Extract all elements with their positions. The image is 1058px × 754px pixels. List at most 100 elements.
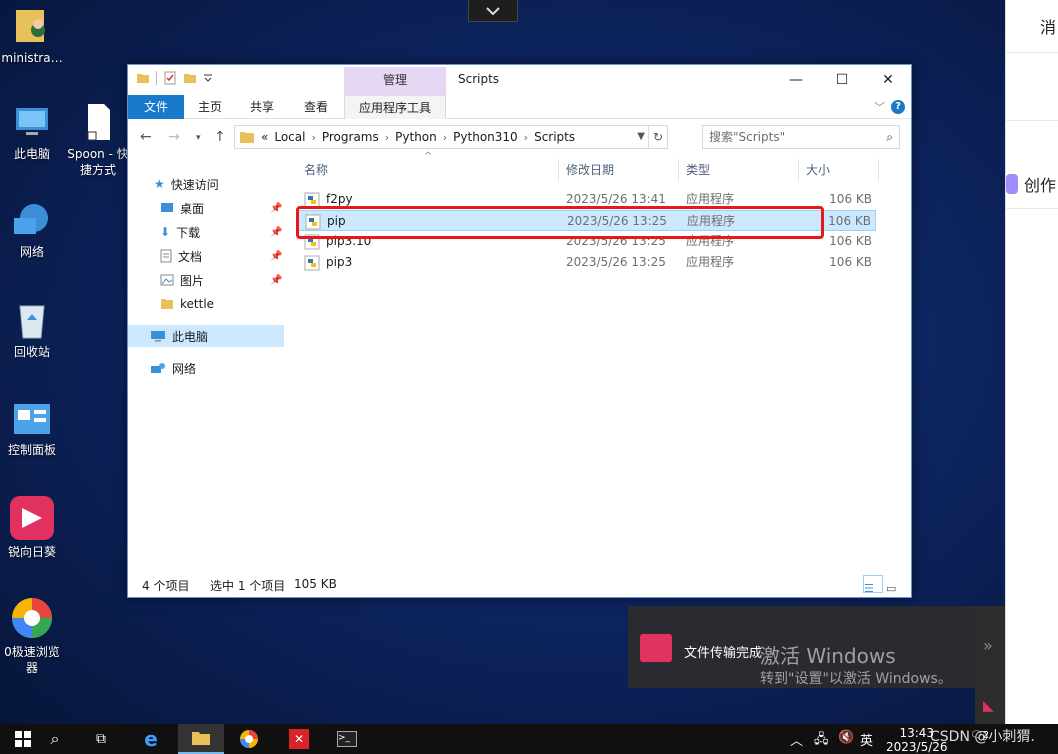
nav-network[interactable]: 网络	[150, 357, 196, 379]
tab-manage[interactable]: 管理	[344, 67, 446, 95]
column-header-date[interactable]: 修改日期	[566, 155, 614, 185]
control-panel-icon	[14, 404, 50, 434]
up-arrow-icon[interactable]: ↑	[214, 129, 226, 145]
column-header-name[interactable]: 名称	[304, 155, 328, 185]
nav-documents[interactable]: 文档	[160, 245, 202, 267]
refresh-button[interactable]: ↻	[648, 125, 668, 149]
breadcrumb-overflow[interactable]: «	[261, 130, 268, 144]
address-dropdown-icon[interactable]: ▼	[637, 131, 645, 142]
pin-icon[interactable]: 📌	[270, 251, 282, 262]
desktop-icon-label-line2: 器	[25, 661, 38, 675]
activate-windows-title: 激活 Windows	[760, 644, 896, 668]
column-divider[interactable]	[558, 159, 559, 181]
taskbar-browser[interactable]	[226, 724, 272, 754]
remote-toolbar-toggle[interactable]	[468, 0, 518, 22]
tab-application-tools[interactable]: 应用程序工具	[344, 95, 446, 119]
input-method-indicator[interactable]: 英	[860, 730, 873, 749]
column-header-size[interactable]: 大小	[806, 155, 830, 185]
desktop-icon-browser[interactable]: 0极速浏览 器	[0, 596, 64, 676]
pin-icon[interactable]: 📌	[270, 203, 282, 214]
chevron-right-icon[interactable]: ›	[524, 131, 528, 144]
breadcrumb-programs[interactable]: Programs	[322, 130, 379, 144]
pin-icon[interactable]: 📌	[270, 275, 282, 286]
breadcrumb-python310[interactable]: Python310	[453, 130, 518, 144]
volume-muted-icon[interactable]: 🔇	[838, 730, 854, 745]
customize-toolbar-icon[interactable]	[203, 73, 213, 83]
large-icons-view-button[interactable]: ▭	[885, 575, 905, 595]
nav-label: 网络	[172, 361, 197, 376]
expand-ribbon-chevron-icon[interactable]: ﹀	[874, 99, 885, 115]
breadcrumb-python[interactable]: Python	[395, 130, 437, 144]
close-icon: ✕	[882, 72, 894, 88]
file-shortcut-icon	[87, 104, 110, 141]
pin-icon[interactable]: 📌	[270, 227, 282, 238]
user-folder-icon	[16, 10, 45, 42]
computer-icon	[151, 331, 165, 342]
new-folder-icon[interactable]	[183, 71, 197, 85]
chevron-right-icon[interactable]: ›	[443, 131, 447, 144]
create-button[interactable]: 创作	[1006, 172, 1056, 196]
picture-icon	[160, 274, 174, 286]
column-divider[interactable]	[878, 159, 879, 181]
search-input[interactable]: 搜索"Scripts" ⌕	[702, 125, 900, 149]
nav-downloads[interactable]: ⬇ 下载	[160, 221, 200, 243]
nav-desktop[interactable]: 桌面	[160, 197, 204, 219]
desktop-icon-spoon-shortcut[interactable]: Spoon - 快 捷方式	[66, 102, 130, 178]
column-divider[interactable]	[798, 159, 799, 181]
column-divider[interactable]	[678, 159, 679, 181]
taskbar-file-explorer[interactable]	[178, 724, 224, 754]
nav-pictures[interactable]: 图片	[160, 269, 204, 291]
internet-explorer-icon: e	[144, 727, 158, 751]
taskbar-ie[interactable]: e	[128, 724, 174, 754]
tab-home[interactable]: 主页	[186, 95, 234, 119]
chevron-right-icon[interactable]: »	[983, 636, 993, 655]
computer-icon	[16, 108, 48, 135]
desktop-icon-control-panel[interactable]: 控制面板	[0, 402, 64, 458]
breadcrumb-scripts[interactable]: Scripts	[534, 130, 575, 144]
file-name: pip3	[326, 255, 353, 269]
divider	[1006, 208, 1058, 209]
forward-arrow-icon[interactable]: →	[168, 129, 180, 145]
column-header-type[interactable]: 类型	[686, 155, 710, 185]
close-button[interactable]: ✕	[865, 69, 911, 91]
annotation-highlight-box	[296, 206, 824, 239]
tab-view[interactable]: 查看	[292, 95, 340, 119]
file-explorer-window[interactable]: 管理 Scripts — ☐ ✕ 文件 主页 共享 查看 应用程序工具 ﹀ ? …	[127, 64, 912, 598]
taskbar-terminal[interactable]: >_	[324, 724, 370, 754]
help-button[interactable]: ?	[891, 100, 905, 114]
network-tray-icon[interactable]: 🖧	[814, 730, 829, 752]
file-row[interactable]: pip3 2023/5/26 13:25 应用程序 106 KB	[298, 252, 876, 273]
show-hidden-icons-chevron-icon[interactable]: ︿	[790, 730, 803, 749]
search-button[interactable]: ⌕	[32, 724, 78, 754]
chevron-right-icon[interactable]: ›	[311, 131, 315, 144]
nav-kettle[interactable]: kettle	[160, 293, 214, 315]
desktop-icon-recycle-bin[interactable]: 回收站	[0, 300, 64, 360]
breadcrumb-local[interactable]: Local	[274, 130, 305, 144]
nav-label: 桌面	[180, 201, 205, 216]
recent-locations-chevron-icon[interactable]: ▾	[196, 133, 201, 143]
address-bar[interactable]: « Local › Programs › Python › Python310 …	[234, 125, 668, 149]
tab-share[interactable]: 共享	[238, 95, 286, 119]
minimize-button[interactable]: —	[773, 69, 819, 91]
taskbar-xmind[interactable]: ✕	[276, 724, 322, 754]
nav-this-pc[interactable]: 此电脑	[128, 325, 284, 347]
title-bar[interactable]: 管理 Scripts — ☐ ✕	[128, 65, 911, 95]
task-view-icon: ⧉	[96, 731, 106, 747]
chevron-right-icon[interactable]: ›	[385, 131, 389, 144]
desktop-icon-this-pc[interactable]: 此电脑	[0, 102, 64, 162]
tab-file[interactable]: 文件	[128, 95, 184, 119]
desktop-icon-network[interactable]: 网络	[0, 200, 64, 260]
details-view-button[interactable]: ☰	[863, 575, 883, 595]
sunlogin-tray-icon[interactable]: ◣	[983, 698, 994, 714]
nav-quick-access[interactable]: ★ 快速访问	[154, 173, 219, 195]
desktop-icon-sunlogin[interactable]: 锐向日葵	[0, 496, 64, 560]
toast-side-panel[interactable]: » ◣	[975, 606, 1005, 726]
desktop-icon-admin[interactable]: ministra…	[0, 6, 64, 66]
desktop-icon-label: 0极速浏览	[4, 645, 60, 659]
back-arrow-icon[interactable]: ←	[140, 129, 152, 145]
properties-icon[interactable]	[163, 71, 177, 85]
task-view-button[interactable]: ⧉	[78, 724, 124, 754]
maximize-button[interactable]: ☐	[819, 69, 865, 91]
python-file-icon	[304, 255, 320, 271]
search-placeholder: 搜索"Scripts"	[709, 130, 786, 144]
